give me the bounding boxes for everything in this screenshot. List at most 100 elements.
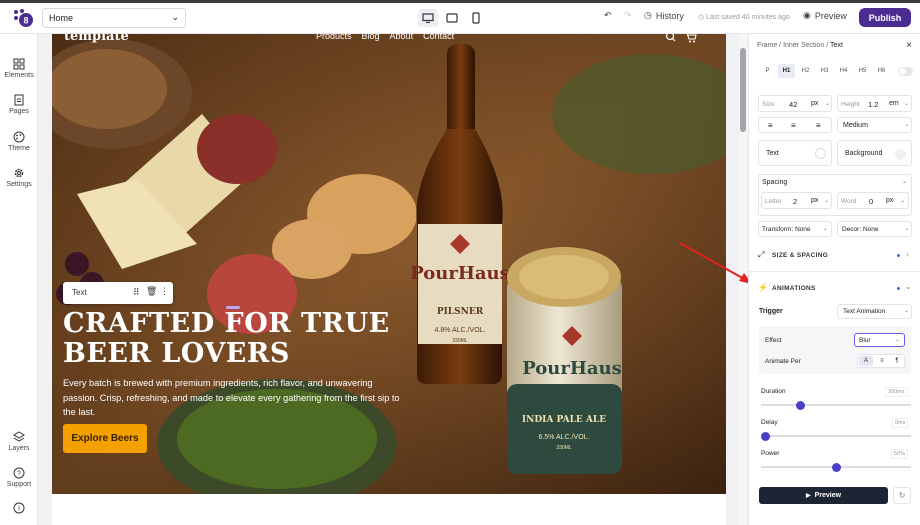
duration-knob[interactable] xyxy=(796,400,806,410)
redo-button[interactable]: ↷ xyxy=(624,10,632,21)
clock-icon: ◷ xyxy=(698,14,707,21)
properties-panel: Frame / Inner Section / Text × P H1 H2 H… xyxy=(748,34,920,525)
text-color-swatch[interactable] xyxy=(815,148,826,159)
background-label: Background xyxy=(845,150,883,157)
hero-headline[interactable]: CRAFTED FOR TRUE BEER LOVERS xyxy=(63,309,423,369)
sidebar-item-support[interactable]: ? Support xyxy=(0,467,38,488)
transform-select[interactable]: Transform: None ⌄ xyxy=(758,221,832,237)
align-right-icon[interactable]: ≡ xyxy=(816,121,821,130)
nav-link-products[interactable]: Products xyxy=(316,31,352,41)
word-label: Word xyxy=(841,198,857,205)
breadcrumb-item[interactable]: Inner Section xyxy=(783,42,824,49)
tablet-view-button[interactable] xyxy=(442,9,462,27)
nav-link-contact[interactable]: Contact xyxy=(423,31,454,41)
history-button[interactable]: ◷ History xyxy=(644,10,684,21)
chevron-down-icon[interactable]: ⌄ xyxy=(902,178,907,185)
page-select[interactable]: Home ⌄ xyxy=(42,8,186,28)
reset-animation-button[interactable]: ↻ xyxy=(893,487,911,504)
more-icon[interactable]: ⋮ xyxy=(160,286,169,297)
tag-h3-button[interactable]: H3 xyxy=(816,64,833,78)
duration-slider[interactable] xyxy=(761,400,911,410)
sidebar-item-info[interactable]: i xyxy=(0,502,38,516)
tag-h5-button[interactable]: H5 xyxy=(854,64,871,78)
size-spacing-section[interactable]: ⤢ SIZE & SPACING › xyxy=(749,242,920,268)
search-icon[interactable] xyxy=(665,31,676,42)
delay-knob[interactable] xyxy=(761,431,770,441)
close-icon[interactable]: × xyxy=(906,40,912,51)
hero-section[interactable]: PourHaus PILSNER 4.8% ALC./VOL. 330ML Po… xyxy=(52,34,726,494)
animate-per-word[interactable]: ≡ xyxy=(875,356,889,366)
explore-beers-button[interactable]: Explore Beers xyxy=(63,424,147,453)
app-logo-icon[interactable]: 8 xyxy=(12,8,34,28)
trigger-select[interactable]: Text Animation ⌄ xyxy=(837,304,912,319)
sidebar-item-settings[interactable]: Settings xyxy=(0,167,38,188)
layers-icon xyxy=(13,431,25,442)
publish-button[interactable]: Publish xyxy=(859,8,911,27)
gear-icon xyxy=(14,168,24,178)
tag-toggle[interactable] xyxy=(898,67,913,76)
bottle-abv: 4.8% ALC./VOL. xyxy=(435,327,486,334)
letter-label: Letter xyxy=(765,198,782,205)
animations-title: ANIMATIONS xyxy=(772,285,816,292)
site-header-icons xyxy=(665,31,697,43)
nav-link-about[interactable]: About xyxy=(390,31,414,41)
effect-value: Blur xyxy=(859,337,871,344)
scrollbar-thumb[interactable] xyxy=(740,48,746,132)
refresh-icon: ↻ xyxy=(898,491,906,500)
sidebar-item-pages[interactable]: Pages xyxy=(0,94,38,115)
background-color-field[interactable]: Background xyxy=(837,140,912,166)
sidebar-label: Layers xyxy=(8,445,30,452)
breadcrumb-item[interactable]: Frame xyxy=(757,42,777,49)
preview-button[interactable]: ◉ Preview xyxy=(803,10,847,21)
undo-button[interactable]: ↶ xyxy=(604,10,612,21)
size-spacing-title: SIZE & SPACING xyxy=(772,252,829,259)
animate-per-line[interactable]: ¶ xyxy=(890,356,904,366)
sidebar-item-elements[interactable]: Elements xyxy=(0,58,38,79)
letter-spacing-field[interactable]: Letter 2 px ⌄ xyxy=(761,192,832,209)
desktop-view-button[interactable] xyxy=(418,9,438,27)
delete-icon[interactable]: 🗑 xyxy=(146,286,157,297)
svg-text:8: 8 xyxy=(23,16,28,26)
chevron-down-icon: ⌄ xyxy=(904,101,910,107)
align-center-icon[interactable]: ≡ xyxy=(791,121,796,130)
modified-indicator xyxy=(897,254,900,257)
word-spacing-field[interactable]: Word 0 px ⌄ xyxy=(837,192,909,209)
word-value: 0 xyxy=(869,197,874,206)
sidebar-item-theme[interactable]: Theme xyxy=(0,131,38,152)
history-label: History xyxy=(655,10,684,21)
size-value: 42 xyxy=(789,100,798,109)
text-color-field[interactable]: Text xyxy=(758,140,832,166)
animation-preview-label: Preview xyxy=(814,492,842,499)
tag-h2-button[interactable]: H2 xyxy=(797,64,814,78)
decoration-select[interactable]: Decor: None ⌄ xyxy=(837,221,912,237)
sidebar-label: Settings xyxy=(6,181,32,188)
cart-icon[interactable] xyxy=(685,32,697,43)
nav-link-blog[interactable]: Blog xyxy=(362,31,380,41)
tag-h6-button[interactable]: H6 xyxy=(873,64,890,78)
size-field[interactable]: Size 42 px ⌄ xyxy=(758,95,832,112)
align-left-icon[interactable]: ≡ xyxy=(768,121,773,130)
sidebar-item-layers[interactable]: Layers xyxy=(0,431,38,452)
tag-p-button[interactable]: P xyxy=(759,64,776,78)
headline-line-1: CRAFTED FOR TRUE xyxy=(63,308,390,339)
effect-select[interactable]: Blur ⌄ xyxy=(854,333,905,347)
background-color-swatch[interactable] xyxy=(895,149,906,160)
drag-handle-icon[interactable]: ⠿ xyxy=(133,287,140,298)
mobile-view-button[interactable] xyxy=(466,9,486,27)
element-toolbar: Text ⠿ 🗑 ⋮ xyxy=(63,282,173,304)
svg-text:?: ? xyxy=(17,471,21,478)
tag-h4-button[interactable]: H4 xyxy=(835,64,852,78)
text-align-group: ≡ ≡ ≡ xyxy=(758,117,832,133)
line-height-field[interactable]: Height 1.2 em ⌄ xyxy=(837,95,912,112)
font-weight-select[interactable]: Medium ⌄ xyxy=(837,117,912,133)
animations-section[interactable]: ⚡ ANIMATIONS ⌄ xyxy=(749,278,920,300)
grid-icon xyxy=(13,58,25,70)
animation-preview-button[interactable]: ▶ Preview xyxy=(759,487,888,504)
animate-per-letter[interactable]: A xyxy=(859,356,873,366)
top-toolbar: 8 Home ⌄ ↶ ↷ ◷ History ◷ Last saved 40 min… xyxy=(0,0,920,34)
hero-body-text[interactable]: Every batch is brewed with premium ingre… xyxy=(63,376,408,420)
power-knob[interactable] xyxy=(831,462,841,472)
power-slider[interactable] xyxy=(761,462,911,472)
delay-slider[interactable] xyxy=(761,431,911,441)
tag-h1-button[interactable]: H1 xyxy=(778,64,795,78)
